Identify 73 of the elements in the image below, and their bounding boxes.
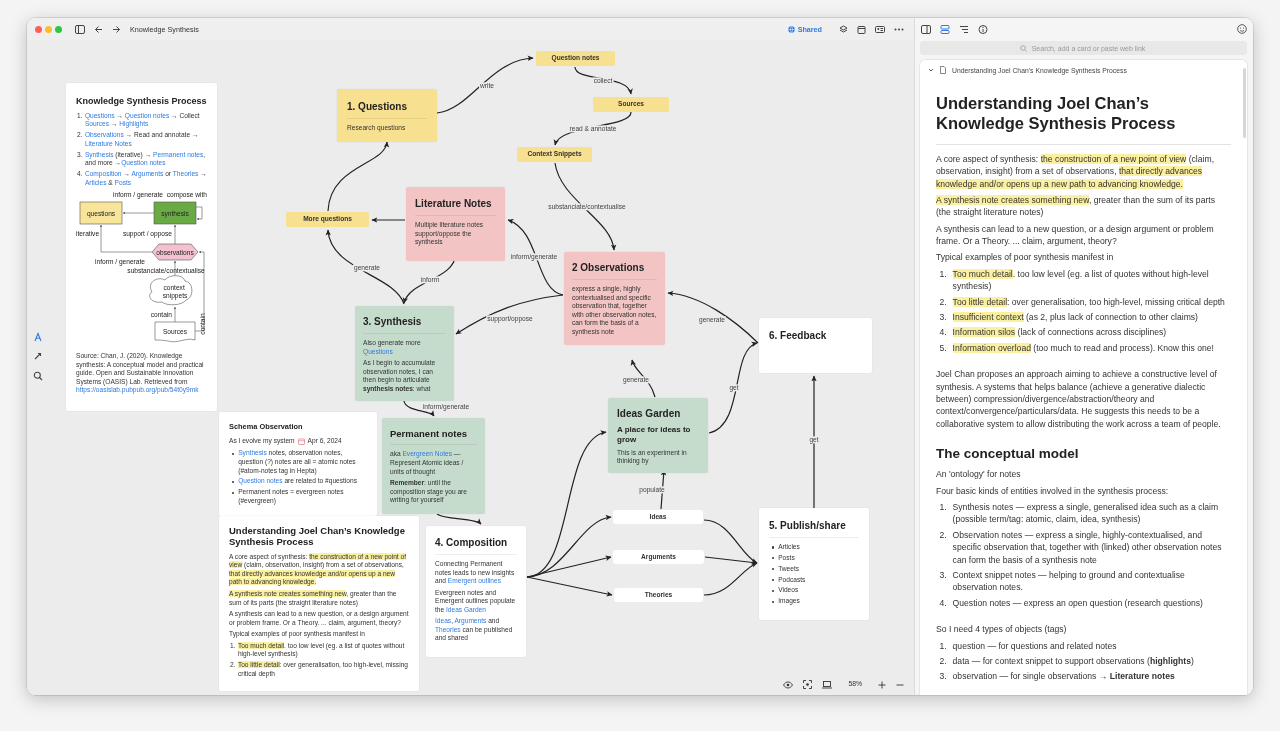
card-title: 1. Questions — [347, 101, 427, 119]
close-button[interactable] — [35, 25, 42, 33]
list-item: Information overload (too much to read and process). Know this one! — [952, 341, 1215, 355]
paragraph: A synthesis note creates something new, greater than the sum of its parts (the straight literature notes) — [936, 194, 1216, 219]
list-item: Information silos (lack of connections across disciplines) — [952, 326, 1168, 339]
back-icon[interactable] — [94, 24, 103, 34]
list-number: 3. — [938, 670, 947, 683]
list-number: 2. — [938, 528, 947, 542]
paragraph: So I need 4 types of objects (tags) — [936, 623, 1068, 636]
list-item: Insufficient context (as 2, plus lack of connection to other claims) — [952, 311, 1199, 324]
smiley-icon[interactable] — [1237, 24, 1247, 34]
bullet-icon — [771, 546, 774, 549]
list-number: 1. — [938, 639, 947, 653]
globe-icon — [787, 25, 795, 33]
paragraph: Four basic kinds of entities involved in the synthesis process: — [936, 484, 1170, 497]
info-icon[interactable] — [978, 24, 988, 34]
document-icon — [940, 66, 946, 74]
plus-icon[interactable] — [878, 680, 886, 689]
paragraph: An 'ontology' for notes — [936, 468, 1022, 481]
list-item: data — for context snippet to support observations (highlights) — [952, 655, 1195, 668]
calendar-icon[interactable] — [857, 24, 866, 34]
card-title: Understanding Joel Chan’s Knowledge Synthesis Process — [229, 525, 406, 548]
focus-icon[interactable] — [803, 680, 813, 689]
list-number: 1. — [938, 267, 947, 281]
list-number: 4. — [938, 596, 947, 610]
panel-icon[interactable] — [921, 24, 931, 34]
calendar-icon — [297, 437, 305, 445]
list-item: observation — for single observations → Literature notes — [952, 670, 1176, 683]
eye-icon[interactable] — [783, 680, 794, 689]
card-title: Literature Notes — [415, 198, 496, 216]
list-number: 2. — [938, 655, 947, 668]
card-title: 4. Composition — [435, 537, 517, 555]
card-icon[interactable] — [940, 24, 950, 34]
card-title: Ideas Garden — [617, 408, 682, 420]
list-number: 3. — [938, 569, 947, 582]
connector-arrow — [371, 217, 406, 223]
arrow-icon[interactable] — [33, 351, 43, 361]
chevron-icon[interactable] — [928, 67, 934, 73]
paragraph: A synthesis can lead to a new question, or a design argument or problem frame. Or a Theory. ... claim, argument, theory? — [936, 222, 1215, 248]
list-number: 1. — [938, 500, 947, 514]
card-title: 3. Synthesis — [363, 316, 446, 334]
card-title: 6. Feedback — [769, 330, 828, 342]
layers-icon[interactable] — [839, 24, 848, 34]
card-title: Permanent notes — [390, 428, 477, 446]
connector-arrow — [327, 141, 389, 212]
list-item: Observation notes — express a single, highly-contextualised, and specific observation that, together with (linked) other observation notes can form the basis of a synthesis note — [952, 528, 1223, 566]
forward-icon[interactable] — [112, 24, 121, 34]
paragraph: A core aspect of synthesis: the construction of a new point of view (claim, observation, insight) from a set of observations, that directly advances knowledge and/or opens up a new path to advancing knowledge. — [936, 153, 1216, 191]
sidebar-icon[interactable] — [75, 24, 85, 34]
section-heading: The conceptual model — [936, 445, 1080, 464]
contact-card-icon[interactable] — [875, 24, 885, 34]
laptop-icon[interactable] — [822, 680, 833, 689]
connector-arrow — [436, 513, 482, 525]
article-title: Understanding Joel Chan’s Knowledge Synthesis Process — [936, 93, 1231, 145]
list-item: Too little detail: over generalisation, too high-level, missing critical depth — [952, 295, 1226, 309]
card-title: 2 Observations — [572, 262, 657, 280]
list-number: 3. — [938, 311, 947, 324]
card-subtitle: A place for ideas to grow — [617, 425, 692, 446]
list-item: Synthesis notes — express a single, generalised idea such as a claim (possible term/tag: atomic, claim, idea, synthesis) — [952, 500, 1220, 526]
paragraph: Joel Chan proposes an approach aiming to achieve a constructive level of synthesis. A systems that helps balance (achieve a generative dialectic between) compression/divergence/abstraction/theory and context/convergence/particulars/data. He suggests this needs to be a collaborative system to allow distributing the work across a team of people. — [936, 368, 1222, 431]
list-icon[interactable] — [959, 24, 969, 34]
search-icon[interactable] — [33, 371, 43, 381]
card-title: Knowledge Synthesis Process — [76, 96, 207, 107]
list-item: Context snippet notes — helping to ground and contextualise observation notes. — [952, 569, 1186, 594]
list-item: Too much detail. too low level (eg. a list of quotes without high-level synthesis) — [952, 267, 1210, 293]
list-number: 5. — [938, 341, 947, 355]
search-icon — [1020, 44, 1027, 52]
list-number: 4. — [938, 326, 947, 339]
list-item: Question notes — express an open question (research questions) — [952, 596, 1204, 610]
card-title: 5. Publish/share — [769, 520, 859, 538]
list-number: 2. — [938, 295, 947, 309]
paragraph: Typical examples of poor synthesis manifest in — [936, 251, 1115, 264]
list-item: question — for questions and related notes — [952, 639, 1118, 653]
